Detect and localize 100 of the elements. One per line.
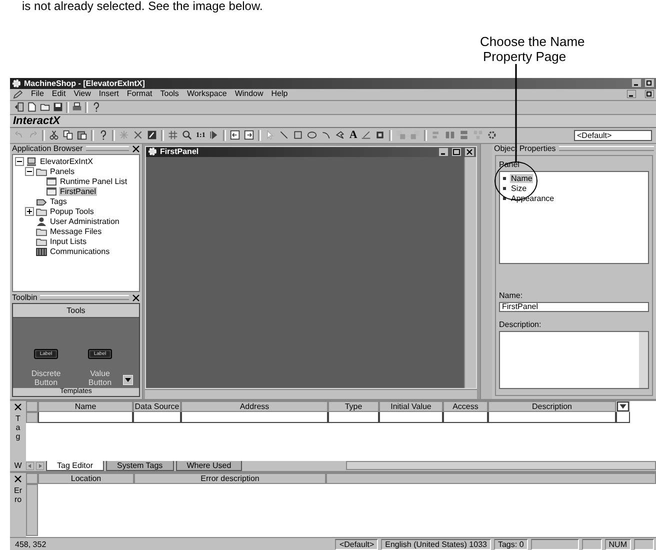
restore-icon[interactable] <box>645 79 654 88</box>
table-cell[interactable] <box>443 412 488 424</box>
cut-icon[interactable] <box>49 130 59 140</box>
column-header[interactable]: Data Source <box>133 401 181 412</box>
close-icon[interactable] <box>14 403 22 412</box>
tree-item[interactable]: Popup Tools <box>49 207 95 216</box>
menu-item[interactable]: Format <box>126 89 152 100</box>
save-icon[interactable] <box>53 102 63 112</box>
text-tool-button[interactable]: A <box>349 129 358 142</box>
sheet-tab[interactable]: Tag Editor <box>46 460 104 471</box>
column-header[interactable]: Error description <box>134 472 326 484</box>
sheet-tab[interactable]: Where Used <box>176 460 242 471</box>
expand-icon[interactable] <box>25 207 34 216</box>
brush-icon[interactable] <box>361 130 372 140</box>
column-header[interactable]: Name <box>38 401 133 412</box>
print-icon[interactable] <box>72 102 82 112</box>
new-file-icon[interactable] <box>27 102 37 112</box>
menu-item[interactable]: Help <box>271 89 288 100</box>
table-cell[interactable] <box>133 412 181 424</box>
close-icon[interactable] <box>465 148 474 156</box>
brand-name: InteractX <box>13 114 60 127</box>
line-icon[interactable] <box>279 130 290 140</box>
table-cell[interactable] <box>379 412 443 424</box>
property-page-item[interactable]: Name <box>510 174 534 184</box>
horizontal-scrollbar[interactable] <box>144 389 478 400</box>
frame-icon[interactable] <box>375 130 386 140</box>
filter-icon[interactable] <box>616 401 630 412</box>
tree-item[interactable]: Tags <box>49 197 68 206</box>
menu-item[interactable]: Workspace <box>186 89 227 100</box>
tree-item[interactable]: Communications <box>49 247 111 256</box>
help-icon[interactable] <box>91 102 101 112</box>
minimize-icon[interactable] <box>632 79 641 88</box>
sheet-tab[interactable]: System Tags <box>106 460 174 471</box>
tree-item[interactable]: Runtime Panel List <box>59 177 128 186</box>
tree-item[interactable]: User Administration <box>49 217 120 226</box>
callout-text: Choose the Name Property Page <box>480 34 585 64</box>
table-cell[interactable] <box>181 412 328 424</box>
delete-icon[interactable] <box>133 130 143 140</box>
menu-item[interactable]: View <box>74 89 91 100</box>
style-dropdown[interactable]: <Default> <box>574 130 652 141</box>
collapse-icon[interactable] <box>25 167 34 176</box>
folder-icon <box>36 227 47 236</box>
table-cell[interactable] <box>328 412 379 424</box>
field-label: Name: <box>498 290 523 300</box>
grid-icon[interactable] <box>168 130 178 140</box>
column-header[interactable]: Access <box>443 401 488 412</box>
table-cell[interactable] <box>488 412 616 424</box>
scroll-down-icon[interactable] <box>122 375 133 386</box>
menu-item[interactable]: Window <box>234 89 264 100</box>
help-icon[interactable] <box>98 130 108 140</box>
property-page-item[interactable]: Appearance <box>510 194 556 204</box>
column-header[interactable]: Description <box>488 401 616 412</box>
property-page-item[interactable]: Size <box>510 184 528 194</box>
table-cell[interactable] <box>616 412 630 424</box>
ellipse-icon[interactable] <box>307 130 318 140</box>
collapse-icon[interactable] <box>15 157 24 166</box>
tree-item[interactable]: Input Lists <box>49 237 88 246</box>
scroll-right-icon[interactable] <box>36 462 44 470</box>
menu-item[interactable]: Edit <box>52 89 66 100</box>
exit-icon[interactable] <box>14 102 24 112</box>
align-right-icon[interactable] <box>244 130 254 140</box>
close-icon[interactable] <box>14 474 22 483</box>
description-field[interactable] <box>498 330 649 389</box>
table-cell[interactable] <box>38 412 133 424</box>
menu-item[interactable]: Tools <box>160 89 179 100</box>
tree-item[interactable]: FirstPanel <box>59 187 98 196</box>
scroll-left-icon[interactable] <box>26 462 34 470</box>
polygon-icon[interactable] <box>335 130 346 140</box>
column-header[interactable]: Type <box>328 401 379 412</box>
vertical-scrollbar[interactable] <box>480 144 492 400</box>
close-icon[interactable] <box>132 294 140 302</box>
menu-item[interactable]: Insert <box>98 89 119 100</box>
search-icon[interactable] <box>182 130 192 140</box>
play-icon[interactable] <box>209 130 220 140</box>
restore-icon[interactable] <box>645 90 654 98</box>
gear-icon[interactable] <box>487 130 498 140</box>
paste-icon[interactable] <box>77 130 87 140</box>
open-folder-icon[interactable] <box>40 102 50 112</box>
horizontal-scrollbar[interactable] <box>346 461 656 470</box>
maximize-icon[interactable] <box>452 148 462 156</box>
name-field[interactable]: FirstPanel <box>498 302 649 312</box>
tools-header[interactable]: Tools <box>13 304 139 318</box>
status-bar-text: English (United States) 1033 <box>381 538 491 550</box>
copy-icon[interactable] <box>63 130 73 140</box>
arc-icon[interactable] <box>321 130 332 140</box>
close-icon[interactable] <box>132 144 140 153</box>
align-left-icon[interactable] <box>230 130 240 140</box>
column-header[interactable]: Location <box>38 472 134 484</box>
menu-item[interactable]: File <box>31 89 44 100</box>
tree-item[interactable]: ElevatorExIntX <box>39 157 94 166</box>
column-header[interactable]: Initial Value <box>379 401 443 412</box>
column-header[interactable]: Address <box>181 401 328 412</box>
tree-item[interactable]: Message Files <box>49 227 103 236</box>
edit-icon[interactable] <box>147 130 157 140</box>
minimize-icon[interactable] <box>439 148 448 156</box>
rectangle-icon[interactable] <box>293 130 304 140</box>
tree-item[interactable]: Panels <box>49 167 76 176</box>
minimize-icon[interactable] <box>627 90 636 98</box>
vertical-scrollbar[interactable] <box>464 156 476 388</box>
row-header[interactable] <box>26 412 38 424</box>
